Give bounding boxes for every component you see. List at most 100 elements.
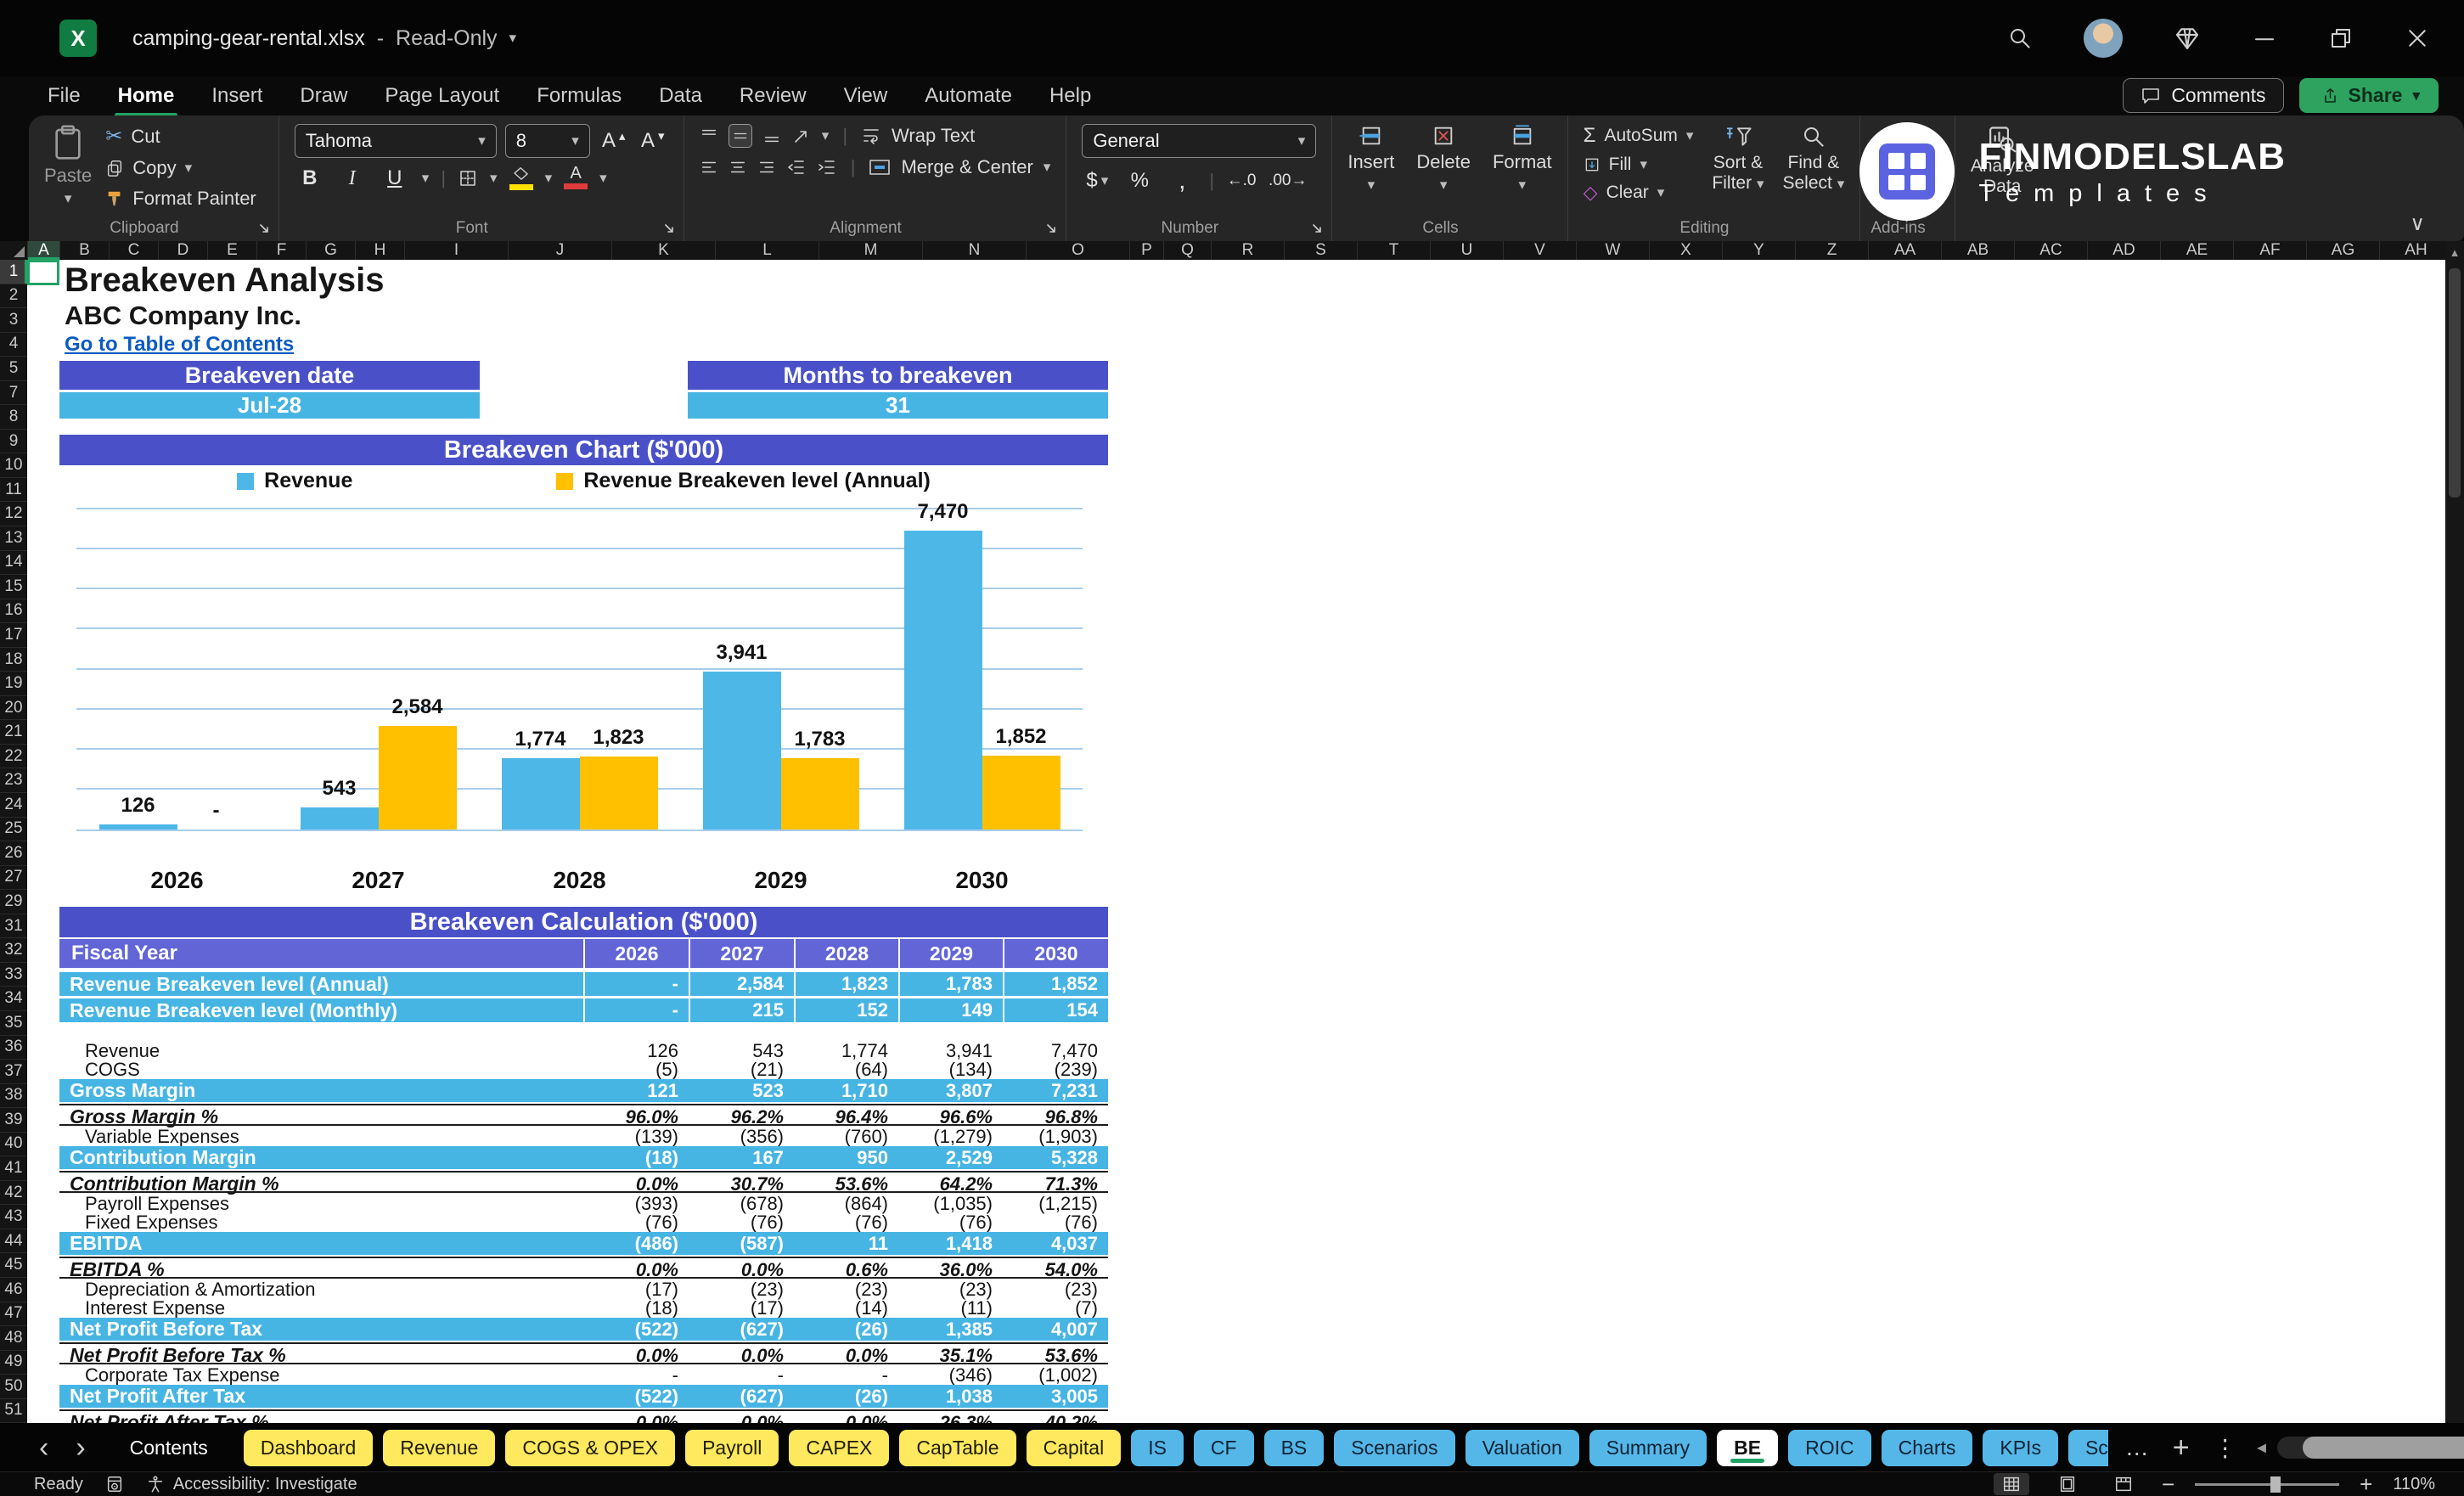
column-header-N[interactable]: N (923, 241, 1027, 260)
row-header-20[interactable]: 20 (0, 696, 27, 721)
sheet-tab-capital[interactable]: Capital (1026, 1429, 1122, 1466)
row-header-37[interactable]: 37 (0, 1060, 27, 1084)
cell-value[interactable]: 1,385 (898, 1318, 1003, 1341)
column-header-U[interactable]: U (1431, 241, 1504, 260)
cell-value[interactable]: 1,823 (794, 972, 898, 996)
row-header-23[interactable]: 23 (0, 768, 27, 794)
cell-value[interactable]: (21) (689, 1059, 794, 1081)
hscroll-left-icon[interactable]: ◄ (2254, 1439, 2270, 1457)
row-header-24[interactable]: 24 (0, 793, 27, 818)
months-to-breakeven-value[interactable]: 31 (688, 392, 1108, 419)
cell-value[interactable]: 96.2% (689, 1105, 794, 1128)
row-label[interactable]: EBITDA % (59, 1258, 583, 1281)
fiscal-year-2028[interactable]: 2028 (794, 939, 898, 968)
row-header-33[interactable]: 33 (0, 963, 27, 987)
cell-value[interactable]: 3,005 (1003, 1385, 1108, 1408)
row-header-46[interactable]: 46 (0, 1278, 27, 1302)
cell-value[interactable]: 0.0% (583, 1258, 689, 1281)
fiscal-year-2027[interactable]: 2027 (689, 939, 794, 968)
scroll-up-icon[interactable]: ▲ (2445, 246, 2464, 259)
font-dialog-launcher-icon[interactable] (663, 222, 677, 236)
cell-value[interactable]: (7) (1003, 1297, 1108, 1319)
cell-value[interactable]: 0.0% (689, 1344, 794, 1367)
cell-value[interactable]: 0.0% (794, 1344, 898, 1367)
cell-value[interactable]: 1,852 (1003, 972, 1108, 996)
row-header-19[interactable]: 19 (0, 672, 27, 696)
cell-value[interactable]: 950 (794, 1146, 898, 1169)
cell-value[interactable]: (1,279) (898, 1126, 1003, 1148)
increase-indent-icon[interactable] (817, 157, 837, 177)
cell-value[interactable]: 0.6% (794, 1258, 898, 1281)
row-header-10[interactable]: 10 (0, 453, 27, 478)
cell-value[interactable]: (76) (1003, 1212, 1108, 1234)
vertical-scroll-thumb[interactable] (2449, 268, 2461, 498)
zoom-in-button[interactable]: + (2360, 1471, 2372, 1496)
row-label[interactable]: Corporate Tax Expense (59, 1364, 583, 1386)
delete-cells-button[interactable]: Delete ▾ (1416, 124, 1471, 216)
cell-value[interactable]: (1,002) (1003, 1364, 1108, 1386)
row-header-18[interactable]: 18 (0, 648, 27, 672)
ribbon-tab-home[interactable]: Home (99, 81, 194, 117)
cell-value[interactable]: 30.7% (689, 1173, 794, 1195)
font-color-chevron-icon[interactable]: ▾ (599, 170, 607, 187)
comments-button[interactable]: Comments (2123, 78, 2284, 113)
column-header-T[interactable]: T (1358, 241, 1431, 260)
more-sheets-icon[interactable]: … (2118, 1434, 2156, 1461)
copy-button[interactable]: Copy ▾ (105, 157, 256, 179)
font-size-select[interactable]: 8 ▾ (504, 124, 590, 158)
format-painter-button[interactable]: Format Painter (105, 188, 256, 210)
row-header-45[interactable]: 45 (0, 1253, 27, 1278)
zoom-out-button[interactable]: − (2162, 1471, 2174, 1496)
cell-value[interactable]: 3,807 (898, 1079, 1003, 1102)
cell-value[interactable]: (522) (583, 1385, 689, 1408)
cell-value[interactable]: (14) (794, 1297, 898, 1319)
paste-button[interactable]: Paste ▾ (44, 124, 92, 216)
cell-value[interactable]: 2,584 (689, 972, 794, 996)
share-button[interactable]: Share ▾ (2298, 78, 2439, 113)
column-header-AC[interactable]: AC (2015, 241, 2088, 260)
normal-view-button[interactable] (1993, 1473, 2029, 1495)
wrap-text-label[interactable]: Wrap Text (892, 125, 975, 147)
sheet-tab-valuation[interactable]: Valuation (1465, 1429, 1579, 1466)
row-header-15[interactable]: 15 (0, 575, 27, 599)
column-header-H[interactable]: H (356, 241, 405, 260)
merge-center-label[interactable]: Merge & Center (901, 156, 1032, 178)
tab-nav-left-icon[interactable]: ‹ (31, 1433, 57, 1462)
row-header-38[interactable]: 38 (0, 1084, 27, 1109)
sheet-tab-payroll[interactable]: Payroll (685, 1429, 779, 1466)
sheet-tab-sc[interactable]: Sc (2067, 1429, 2108, 1466)
cell-value[interactable]: (76) (898, 1212, 1003, 1234)
ribbon-tab-page-layout[interactable]: Page Layout (366, 81, 518, 111)
cell-value[interactable]: - (583, 972, 689, 996)
column-header-Q[interactable]: Q (1164, 241, 1212, 260)
cell-value[interactable]: 2,529 (898, 1146, 1003, 1169)
align-center-icon[interactable] (729, 158, 747, 177)
borders-chevron-icon[interactable]: ▾ (490, 170, 498, 187)
row-header-1[interactable]: 1 (0, 260, 27, 284)
row-label[interactable]: Revenue Breakeven level (Monthly) (59, 998, 583, 1022)
ribbon-tab-view[interactable]: View (825, 81, 907, 111)
fiscal-year-2030[interactable]: 2030 (1003, 939, 1108, 968)
align-right-icon[interactable] (757, 158, 776, 177)
column-header-AE[interactable]: AE (2161, 241, 2234, 260)
italic-button[interactable]: I (337, 167, 368, 190)
fiscal-year-2029[interactable]: 2029 (898, 939, 1003, 968)
font-color-button[interactable]: A (564, 165, 588, 189)
number-format-select[interactable]: General ▾ (1082, 124, 1317, 158)
new-sheet-icon[interactable]: + (2166, 1431, 2197, 1465)
column-header-I[interactable]: I (405, 241, 509, 260)
grow-font-button[interactable]: A ▴ (599, 129, 629, 153)
cell-value[interactable]: (239) (1003, 1059, 1108, 1081)
borders-icon[interactable] (458, 168, 478, 188)
column-header-C[interactable]: C (110, 241, 159, 260)
cell-value[interactable]: 96.8% (1003, 1105, 1108, 1128)
sheet-tab-be[interactable]: BE (1717, 1429, 1779, 1466)
row-header-42[interactable]: 42 (0, 1181, 27, 1206)
row-label[interactable]: Variable Expenses (59, 1126, 583, 1148)
fill-button[interactable]: Fill ▾ (1584, 155, 1694, 175)
column-header-L[interactable]: L (716, 241, 819, 260)
row-header-34[interactable]: 34 (0, 987, 27, 1011)
cell-value[interactable]: 11 (794, 1232, 898, 1255)
orientation-chevron-icon[interactable]: ▾ (822, 127, 830, 144)
increase-decimal-button[interactable]: ←.0 (1226, 172, 1257, 190)
